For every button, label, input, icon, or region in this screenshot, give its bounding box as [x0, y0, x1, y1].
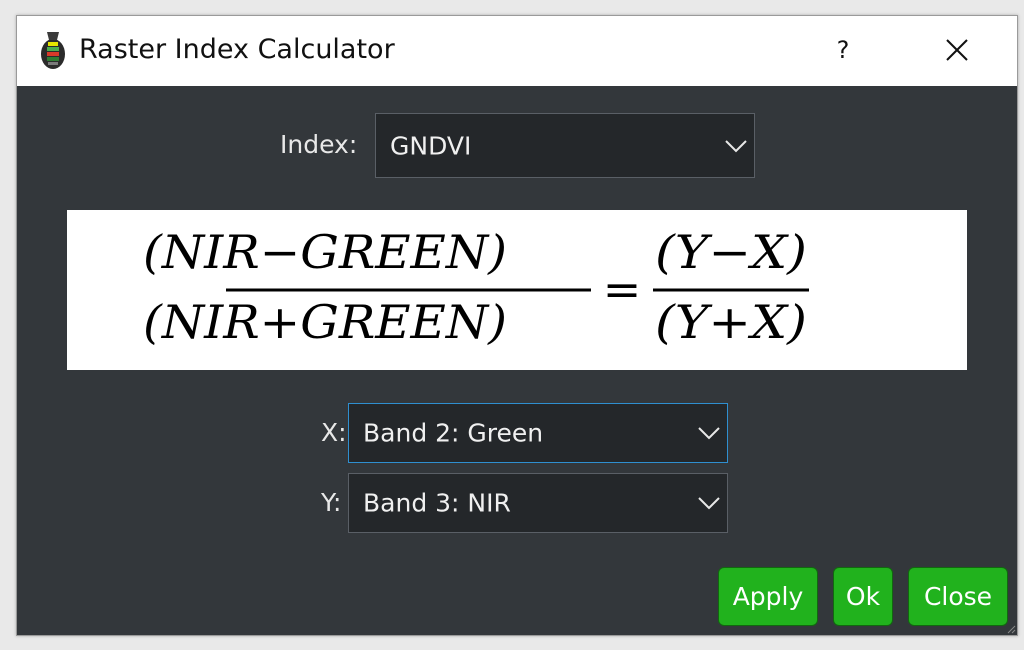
y-band-label: Y:	[321, 488, 342, 517]
y-band-dropdown-value: Band 3: NIR	[363, 488, 511, 518]
formula-equals: =	[603, 262, 642, 316]
y-band-dropdown[interactable]: Band 3: NIR	[348, 473, 728, 533]
formula-left-denominator: (NIR+GREEN)	[143, 295, 507, 349]
chevron-down-icon	[725, 139, 747, 152]
index-dropdown-value: GNDVI	[390, 131, 472, 160]
app-icon	[41, 32, 65, 69]
formula-panel: (NIR−GREEN) (NIR+GREEN) (Y−X) (Y+X) =	[67, 210, 967, 370]
title-bar[interactable]: Raster Index Calculator ?	[17, 16, 1017, 86]
formula-right-numerator: (Y−X)	[655, 225, 807, 279]
index-label: Index:	[280, 130, 358, 159]
raster-index-calculator-dialog: Raster Index Calculator ? Index: GNDVI (…	[16, 15, 1018, 636]
formula-left-numerator: (NIR−GREEN)	[143, 225, 507, 279]
window-title: Raster Index Calculator	[79, 34, 395, 65]
formula-image: (NIR−GREEN) (NIR+GREEN) (Y−X) (Y+X) =	[143, 225, 809, 349]
formula-right-denominator: (Y+X)	[655, 295, 807, 349]
ok-button[interactable]: Ok	[833, 567, 893, 626]
resize-grip-icon[interactable]	[1006, 624, 1016, 634]
x-band-label: X:	[321, 418, 347, 447]
x-band-dropdown-value: Band 2: Green	[363, 418, 544, 448]
index-dropdown[interactable]: GNDVI	[375, 113, 755, 178]
chevron-down-icon	[698, 427, 720, 440]
close-button[interactable]: Close	[908, 567, 1008, 626]
close-window-icon[interactable]	[937, 30, 977, 70]
x-band-dropdown[interactable]: Band 2: Green	[348, 403, 728, 463]
apply-button[interactable]: Apply	[718, 567, 818, 626]
help-button[interactable]: ?	[823, 30, 863, 70]
chevron-down-icon	[698, 497, 720, 510]
